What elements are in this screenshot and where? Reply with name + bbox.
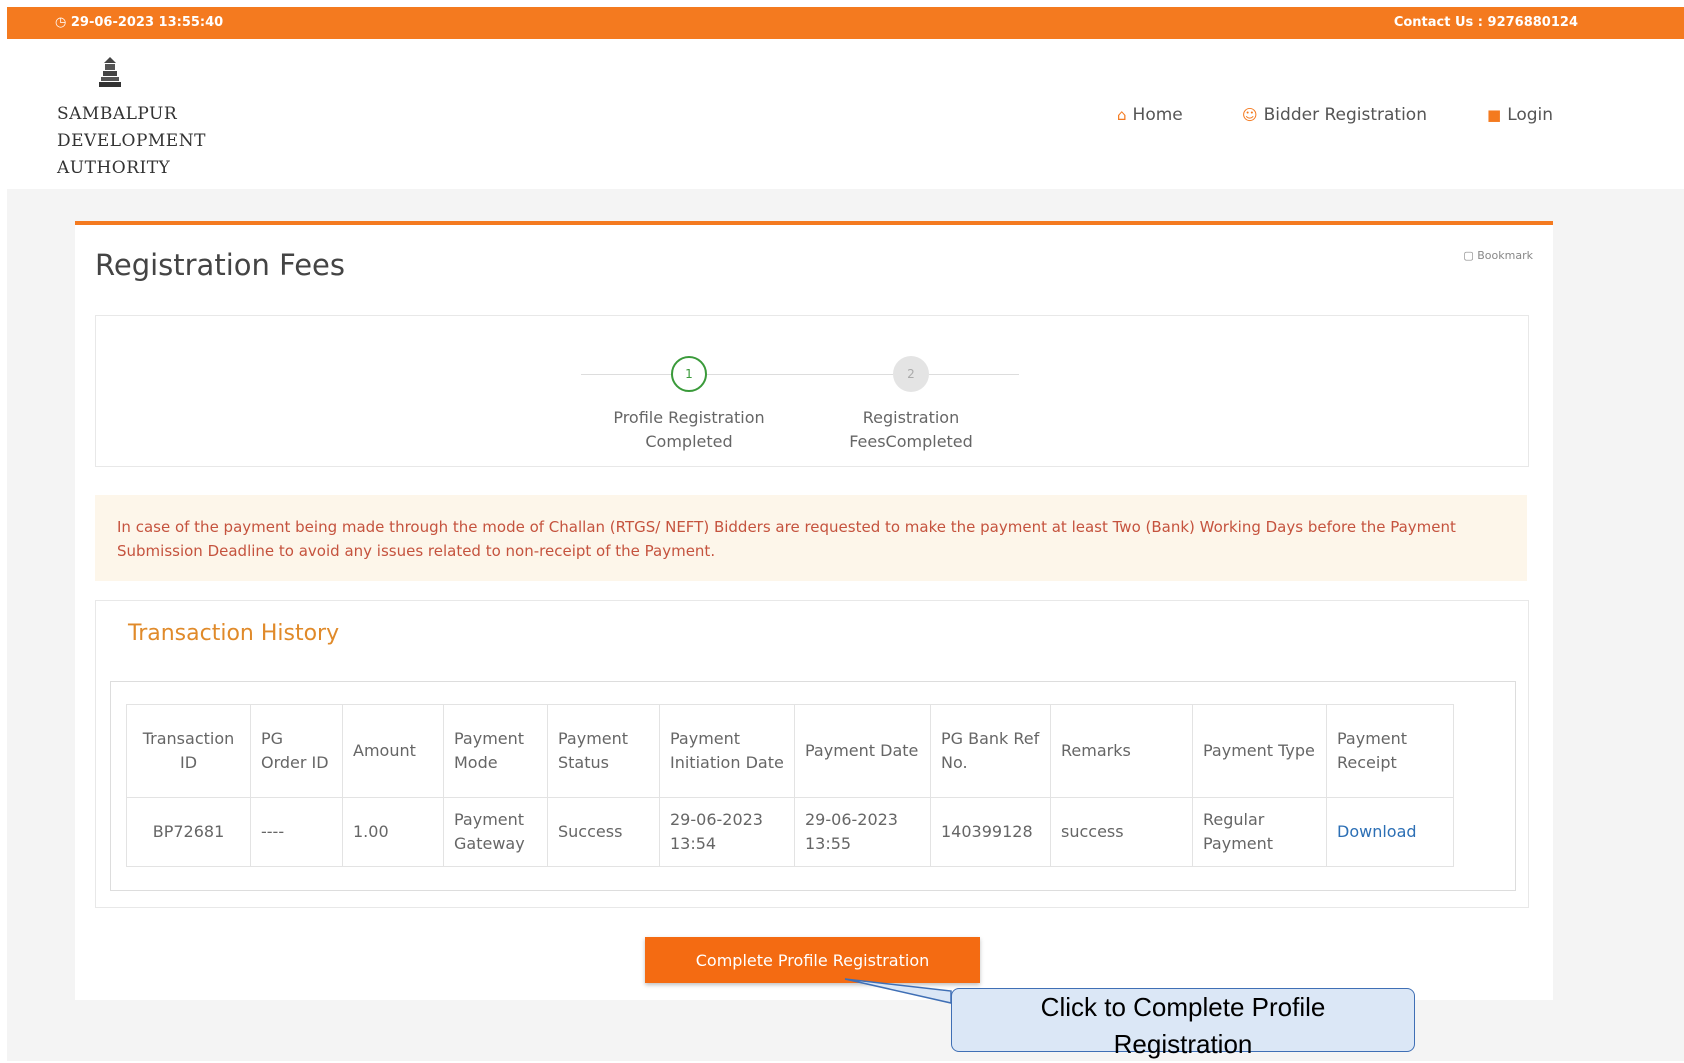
column-header: Payment Date — [794, 704, 931, 798]
column-header: PG Order ID — [250, 704, 343, 798]
bookmark-link[interactable]: ▢ Bookmark — [1463, 249, 1533, 262]
instruction-callout: Click to Complete Profile Registration — [951, 988, 1415, 1059]
user-icon: ☺ — [1242, 106, 1258, 124]
payment-notice: In case of the payment being made throug… — [95, 495, 1527, 581]
current-datetime: ◷ 29-06-2023 13:55:40 — [55, 15, 224, 30]
cell-remarks: success — [1050, 797, 1193, 867]
column-header: PG Bank Ref No. — [930, 704, 1051, 798]
emblem-icon — [99, 57, 121, 87]
step-2-indicator: 2 — [893, 356, 929, 392]
transaction-table-wrapper: Transaction ID PG Order ID Amount Paymen… — [110, 681, 1516, 891]
step-label-line: Profile Registration — [613, 408, 765, 427]
brand-logo[interactable]: SAMBALPUR DEVELOPMENT AUTHORITY — [57, 101, 206, 182]
step-label-line: FeesCompleted — [849, 432, 973, 451]
column-header: Payment Initiation Date — [659, 704, 795, 798]
column-header: Transaction ID — [126, 704, 251, 798]
top-info-bar: ◷ 29-06-2023 13:55:40 Contact Us : 92768… — [7, 7, 1684, 39]
column-header: Payment Status — [547, 704, 660, 798]
step-connector — [581, 374, 671, 375]
callout-line: Registration — [1113, 1029, 1253, 1059]
cell-receipt: Download — [1326, 797, 1454, 867]
step-1-label: Profile Registration Completed — [589, 406, 789, 454]
column-header: Payment Mode — [443, 704, 548, 798]
transaction-table: Transaction ID PG Order ID Amount Paymen… — [126, 704, 1454, 867]
lock-icon: ■ — [1487, 106, 1502, 124]
transaction-history-title: Transaction History — [128, 621, 340, 646]
contact-info: Contact Us : 9276880124 — [1393, 15, 1578, 30]
nav-home-label: Home — [1132, 105, 1183, 125]
cell-payment-mode: Payment Gateway — [443, 797, 548, 867]
progress-stepper: 1 2 Profile Registration Completed Regis… — [95, 315, 1529, 467]
cell-payment-date: 29-06-2023 13:55 — [794, 797, 931, 867]
nav-login-label: Login — [1507, 105, 1554, 125]
step-label-line: Completed — [645, 432, 733, 451]
cell-pg-bank-ref: 140399128 — [930, 797, 1051, 867]
table-row: BP72681 ---- 1.00 Payment Gateway Succes… — [126, 797, 1454, 867]
cell-transaction-id: BP72681 — [126, 797, 251, 867]
brand-line: SAMBALPUR — [57, 104, 178, 124]
step-connector — [929, 374, 1019, 375]
column-header: Remarks — [1050, 704, 1193, 798]
bookmark-label: Bookmark — [1477, 249, 1533, 262]
registration-fees-card: Registration Fees ▢ Bookmark 1 2 Profile… — [75, 221, 1553, 1000]
cell-payment-status: Success — [547, 797, 660, 867]
cell-amount: 1.00 — [342, 797, 444, 867]
nav-login[interactable]: ■ Login — [1487, 105, 1553, 125]
cell-payment-type: Regular Payment — [1192, 797, 1327, 867]
complete-profile-registration-button[interactable]: Complete Profile Registration — [645, 937, 980, 983]
page-title: Registration Fees — [95, 248, 345, 282]
cell-pg-order-id: ---- — [250, 797, 343, 867]
step-label-line: Registration — [862, 408, 960, 427]
column-header: Amount — [342, 704, 444, 798]
home-icon: ⌂ — [1117, 106, 1127, 124]
brand-line: DEVELOPMENT — [57, 131, 206, 151]
nav-bidder-registration[interactable]: ☺ Bidder Registration — [1242, 105, 1427, 125]
column-header: Payment Type — [1192, 704, 1327, 798]
column-header: Payment Receipt — [1326, 704, 1454, 798]
cell-initiation-date: 29-06-2023 13:54 — [659, 797, 795, 867]
brand-line: AUTHORITY — [57, 158, 171, 178]
nav-home[interactable]: ⌂ Home — [1117, 105, 1183, 125]
table-header-row: Transaction ID PG Order ID Amount Paymen… — [126, 704, 1454, 798]
callout-line: Click to Complete Profile — [1040, 992, 1326, 1022]
step-1-indicator: 1 — [671, 356, 707, 392]
nav-bidder-label: Bidder Registration — [1263, 105, 1427, 125]
site-header: SAMBALPUR DEVELOPMENT AUTHORITY ⌂ Home ☺… — [7, 39, 1684, 189]
bookmark-icon: ▢ — [1463, 249, 1478, 262]
transaction-history-panel: Transaction History Transaction ID PG Or… — [95, 600, 1529, 908]
step-2-label: Registration FeesCompleted — [811, 406, 1011, 454]
step-connector — [707, 374, 893, 375]
download-receipt-link[interactable]: Download — [1337, 822, 1417, 841]
